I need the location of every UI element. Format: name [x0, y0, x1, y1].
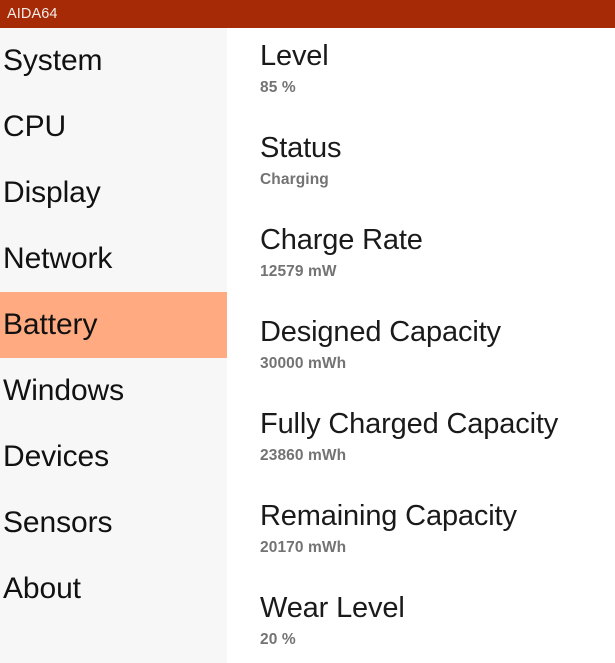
detail-value: 23860 mWh — [260, 447, 347, 464]
detail-value: 20 % — [260, 631, 296, 648]
sidebar-item-system[interactable]: System — [0, 28, 227, 94]
detail-entry: Level 85 % — [260, 42, 615, 96]
sidebar-item-about[interactable]: About — [0, 556, 227, 622]
detail-label: Level — [260, 40, 329, 72]
detail-entry: Remaining Capacity 20170 mWh — [260, 502, 615, 556]
sidebar-item-label: Windows — [3, 374, 124, 407]
sidebar-item-label: Sensors — [3, 506, 113, 539]
detail-value: 12579 mW — [260, 263, 337, 280]
app-title: AIDA64 — [7, 5, 58, 22]
aida64-window: AIDA64 System CPU Display Network Battery Win… — [0, 0, 615, 663]
sidebar-item-label: System — [3, 44, 103, 77]
detail-entry: Charge Rate 12579 mW — [260, 226, 615, 280]
sidebar-item-sensors[interactable]: Sensors — [0, 490, 227, 556]
main-content: Level 85 % Status Charging Charge Rate 12579 … — [227, 28, 615, 663]
detail-entry: Fully Charged Capacity 23860 mWh — [260, 410, 615, 464]
sidebar-item-label: CPU — [3, 110, 67, 143]
detail-entry: Status Charging — [260, 134, 615, 188]
title-bar: AIDA64 — [0, 0, 615, 28]
sidebar-item-devices[interactable]: Devices — [0, 424, 227, 490]
sidebar-item-label: Devices — [3, 440, 109, 473]
detail-label: Remaining Capacity — [260, 500, 517, 532]
detail-entry: Wear Level 20 % — [260, 594, 615, 648]
detail-value: 85 % — [260, 79, 296, 96]
sidebar-item-display[interactable]: Display — [0, 160, 227, 226]
detail-label: Designed Capacity — [260, 316, 501, 348]
detail-entry: Designed Capacity 30000 mWh — [260, 318, 615, 372]
detail-value: Charging — [260, 171, 329, 188]
sidebar-item-battery[interactable]: Battery — [0, 292, 227, 358]
detail-value: 20170 mWh — [260, 539, 347, 556]
sidebar-item-label: Display — [3, 176, 101, 209]
sidebar-nav: System CPU Display Network Battery Windows Dev… — [0, 28, 227, 663]
sidebar-item-network[interactable]: Network — [0, 226, 227, 292]
sidebar-item-cpu[interactable]: CPU — [0, 94, 227, 160]
detail-label: Charge Rate — [260, 224, 423, 256]
sidebar-item-label: About — [3, 572, 81, 605]
sidebar-item-windows[interactable]: Windows — [0, 358, 227, 424]
detail-label: Status — [260, 132, 342, 164]
detail-label: Fully Charged Capacity — [260, 408, 559, 440]
sidebar-item-label: Battery — [3, 308, 98, 341]
window-body: System CPU Display Network Battery Windows Dev… — [0, 28, 615, 663]
sidebar-item-label: Network — [3, 242, 113, 275]
detail-value: 30000 mWh — [260, 355, 347, 372]
detail-label: Wear Level — [260, 592, 405, 624]
